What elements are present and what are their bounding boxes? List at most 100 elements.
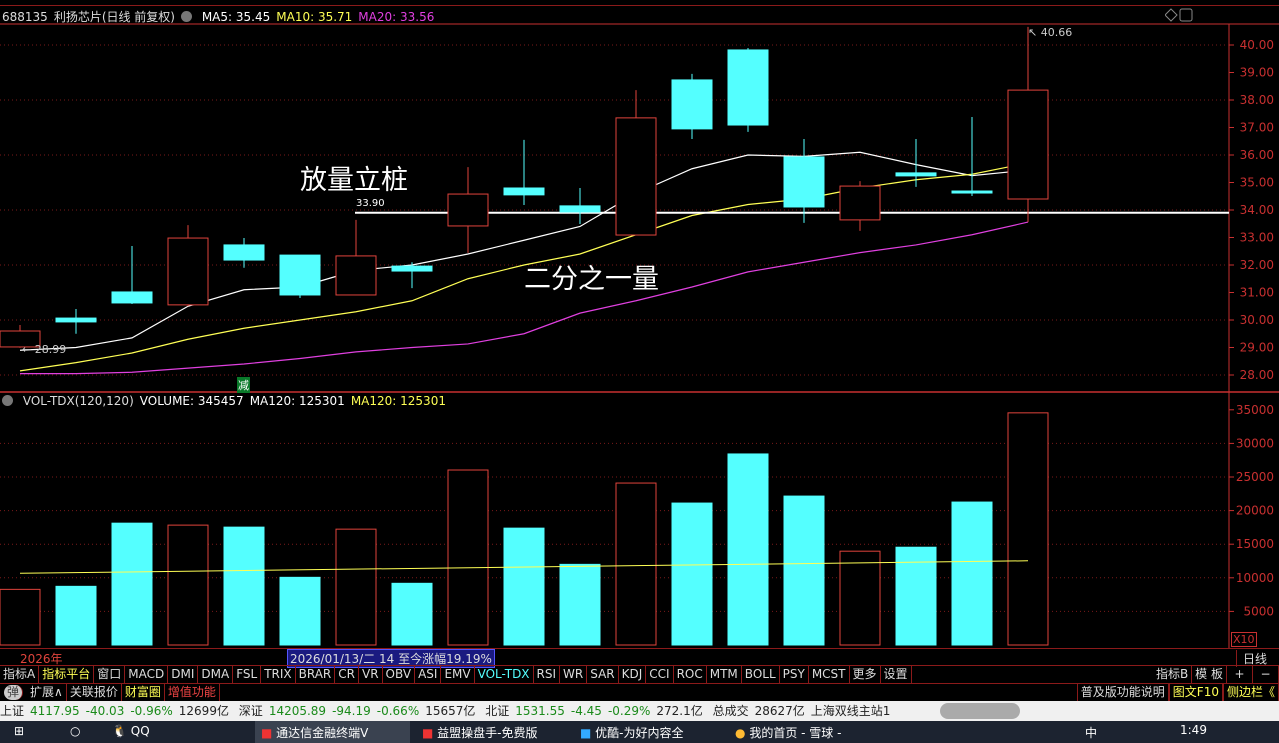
volume-bar <box>951 501 993 646</box>
tab-8[interactable]: BRAR <box>296 666 336 683</box>
candle-body <box>503 187 545 196</box>
func-0[interactable]: 弹 <box>4 685 24 700</box>
func-right-0[interactable]: 普及版功能说明 <box>1076 684 1169 701</box>
candle-body <box>223 244 265 261</box>
sz-value: 14205.89 <box>268 704 327 718</box>
func-right-1[interactable]: 图文F10 <box>1168 684 1223 701</box>
total-value: 28627亿 <box>754 704 805 718</box>
func-4[interactable]: 增值功能 <box>165 684 220 701</box>
tab-14[interactable]: VOL-TDX <box>475 666 534 683</box>
tab-12[interactable]: ASI <box>415 666 442 683</box>
price-tick-label: 35.00 <box>1240 176 1274 190</box>
search-input[interactable] <box>940 703 1020 719</box>
ma120-value: MA120: 125301 <box>249 394 345 408</box>
tab-17[interactable]: SAR <box>587 666 619 683</box>
sz-pct: -0.66% <box>376 704 420 718</box>
tab-23[interactable]: PSY <box>780 666 809 683</box>
tab-6[interactable]: FSL <box>233 666 262 683</box>
right-tab-0[interactable]: 指标B <box>1153 666 1193 683</box>
sz-change: -94.19 <box>332 704 371 718</box>
tab-3[interactable]: MACD <box>125 666 169 683</box>
server-name[interactable]: 上海双线主站1 <box>811 704 891 718</box>
candle <box>167 225 209 307</box>
candle <box>447 167 489 253</box>
volume-bar <box>559 563 601 646</box>
candle-body <box>615 117 657 236</box>
kline-chart[interactable]: 40.00 39.00 38.00 37.00 36.00 35.00 34.00 33.00… <box>0 0 1279 648</box>
tab-15[interactable]: RSI <box>534 666 561 683</box>
tab-4[interactable]: DMI <box>168 666 199 683</box>
date-row: 2026年 2026/01/13/二 14 至今涨幅19.19% 日线 <box>0 648 1279 668</box>
high-marker: ↖ 40.66 <box>1028 26 1073 39</box>
tab-22[interactable]: BOLL <box>742 666 780 683</box>
youku-icon: ■ <box>580 726 592 740</box>
level-label: 33.90 <box>356 198 385 209</box>
index-sh[interactable]: 上证 <box>0 704 24 718</box>
tab-9[interactable]: CR <box>335 666 359 683</box>
candle-body <box>111 291 153 304</box>
volume-bar <box>839 550 881 646</box>
taskbar-qq[interactable]: 🐧 QQ <box>112 724 150 738</box>
tab-25[interactable]: 更多 <box>850 666 881 683</box>
tab-11[interactable]: OBV <box>383 666 416 683</box>
taskbar-app-emoney[interactable]: ■ 益盟操盘手-免费版 <box>422 724 538 741</box>
index-bz[interactable]: 北证 <box>485 704 509 718</box>
func-2[interactable]: 关联报价 <box>67 684 122 701</box>
tab-20[interactable]: ROC <box>674 666 707 683</box>
tab-7[interactable]: TRIX <box>261 666 296 683</box>
right-tab-1[interactable]: 模 板 <box>1192 666 1227 683</box>
func-3[interactable]: 财富圈 <box>122 684 165 701</box>
volume-tick-label: 15000 <box>1236 537 1274 551</box>
right-tab-2[interactable]: + <box>1227 666 1253 683</box>
taskbar-app-youku[interactable]: ■ 优酷-为好内容全 <box>580 724 684 741</box>
ma120-value-2: MA120: 125301 <box>350 394 446 408</box>
price-tick-label: 30.00 <box>1240 313 1274 327</box>
tab-10[interactable]: VR <box>359 666 383 683</box>
tab-18[interactable]: KDJ <box>619 666 647 683</box>
tab-21[interactable]: MTM <box>707 666 742 683</box>
taskbar-app-tdx[interactable]: ■ 通达信金融终端V <box>255 721 410 743</box>
tab-5[interactable]: DMA <box>198 666 234 683</box>
high-value: 40.66 <box>1040 26 1073 39</box>
volume-bar <box>279 576 321 646</box>
price-tick-label: 36.00 <box>1240 148 1274 162</box>
volume-bar <box>167 524 209 646</box>
ime-indicator[interactable]: 中 <box>1085 724 1097 741</box>
tab-2[interactable]: 窗口 <box>94 666 126 683</box>
price-tick-label: 29.00 <box>1240 341 1274 355</box>
volume-value: VOLUME: 345457 <box>139 394 244 408</box>
price-tick-label: 37.00 <box>1240 121 1274 135</box>
func-1[interactable]: 扩展∧ <box>27 684 67 701</box>
function-row: 弹扩展∧ 关联报价 财富圈 增值功能 普及版功能说明 图文F10 侧边栏《 <box>0 683 1279 701</box>
windows-start-icon[interactable]: ⊞ <box>14 724 24 738</box>
taskbar-app-chrome[interactable]: ● 我的首页 - 雪球 - <box>735 724 841 741</box>
candle-body <box>951 190 993 194</box>
tab-0[interactable]: 指标A <box>0 666 40 683</box>
candle <box>783 139 825 223</box>
candle <box>615 90 657 236</box>
tab-19[interactable]: CCI <box>646 666 674 683</box>
tab-24[interactable]: MCST <box>809 666 850 683</box>
volume-tick-label: 35000 <box>1236 403 1274 417</box>
candle <box>55 309 97 334</box>
volume-header: VOL-TDX(120,120) VOLUME: 345457 MA120: 125… <box>2 394 452 408</box>
unit-label: X10 <box>1231 632 1257 647</box>
tab-13[interactable]: EMV <box>441 666 475 683</box>
candle-body <box>335 255 377 296</box>
search-icon[interactable]: ○ <box>70 724 80 738</box>
clock[interactable]: 1:49 <box>1180 723 1207 737</box>
tdx-icon: ■ <box>261 726 273 740</box>
volume-bar <box>671 502 713 646</box>
price-tick-label: 33.00 <box>1240 231 1274 245</box>
tab-1[interactable]: 指标平台 <box>39 666 95 683</box>
candle <box>111 246 153 305</box>
volume-bar <box>391 582 433 646</box>
candle <box>391 262 433 289</box>
right-tab-3[interactable]: − <box>1253 666 1279 683</box>
tab-26[interactable]: 设置 <box>881 666 912 683</box>
emoney-icon: ■ <box>422 726 434 740</box>
tab-16[interactable]: WR <box>560 666 588 683</box>
dropdown-icon[interactable] <box>2 395 13 406</box>
index-sz[interactable]: 深证 <box>239 704 263 718</box>
func-right-2[interactable]: 侧边栏《 <box>1222 684 1279 701</box>
